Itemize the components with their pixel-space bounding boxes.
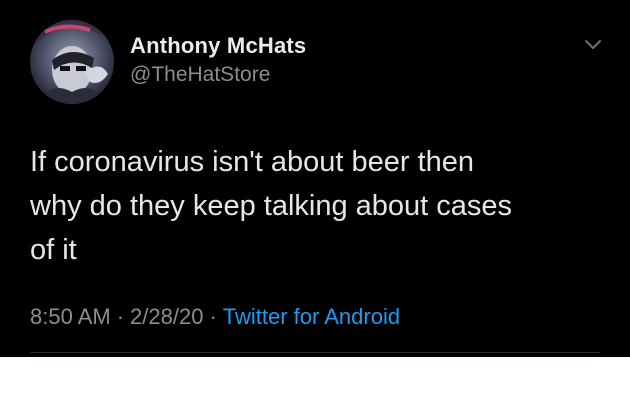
divider [30, 352, 600, 353]
tweet-card: Anthony McHats @TheHatStore If coronavir… [0, 0, 630, 357]
avatar-image [30, 20, 114, 104]
tweet-source-link[interactable]: Twitter for Android [223, 304, 400, 329]
tweet-time[interactable]: 8:50 AM [30, 304, 111, 329]
chevron-down-icon[interactable] [582, 33, 604, 55]
user-handle[interactable]: @TheHatStore [130, 63, 270, 87]
display-name[interactable]: Anthony McHats [130, 33, 306, 59]
tweet-meta: 8:50 AM · 2/28/20 · Twitter for Android [30, 304, 400, 330]
avatar[interactable] [30, 20, 114, 104]
tweet-date[interactable]: 2/28/20 [130, 304, 203, 329]
meta-separator: · [209, 304, 217, 329]
tweet-text: If coronavirus isn't about beer then why… [30, 146, 513, 266]
meta-separator: · [116, 304, 125, 329]
